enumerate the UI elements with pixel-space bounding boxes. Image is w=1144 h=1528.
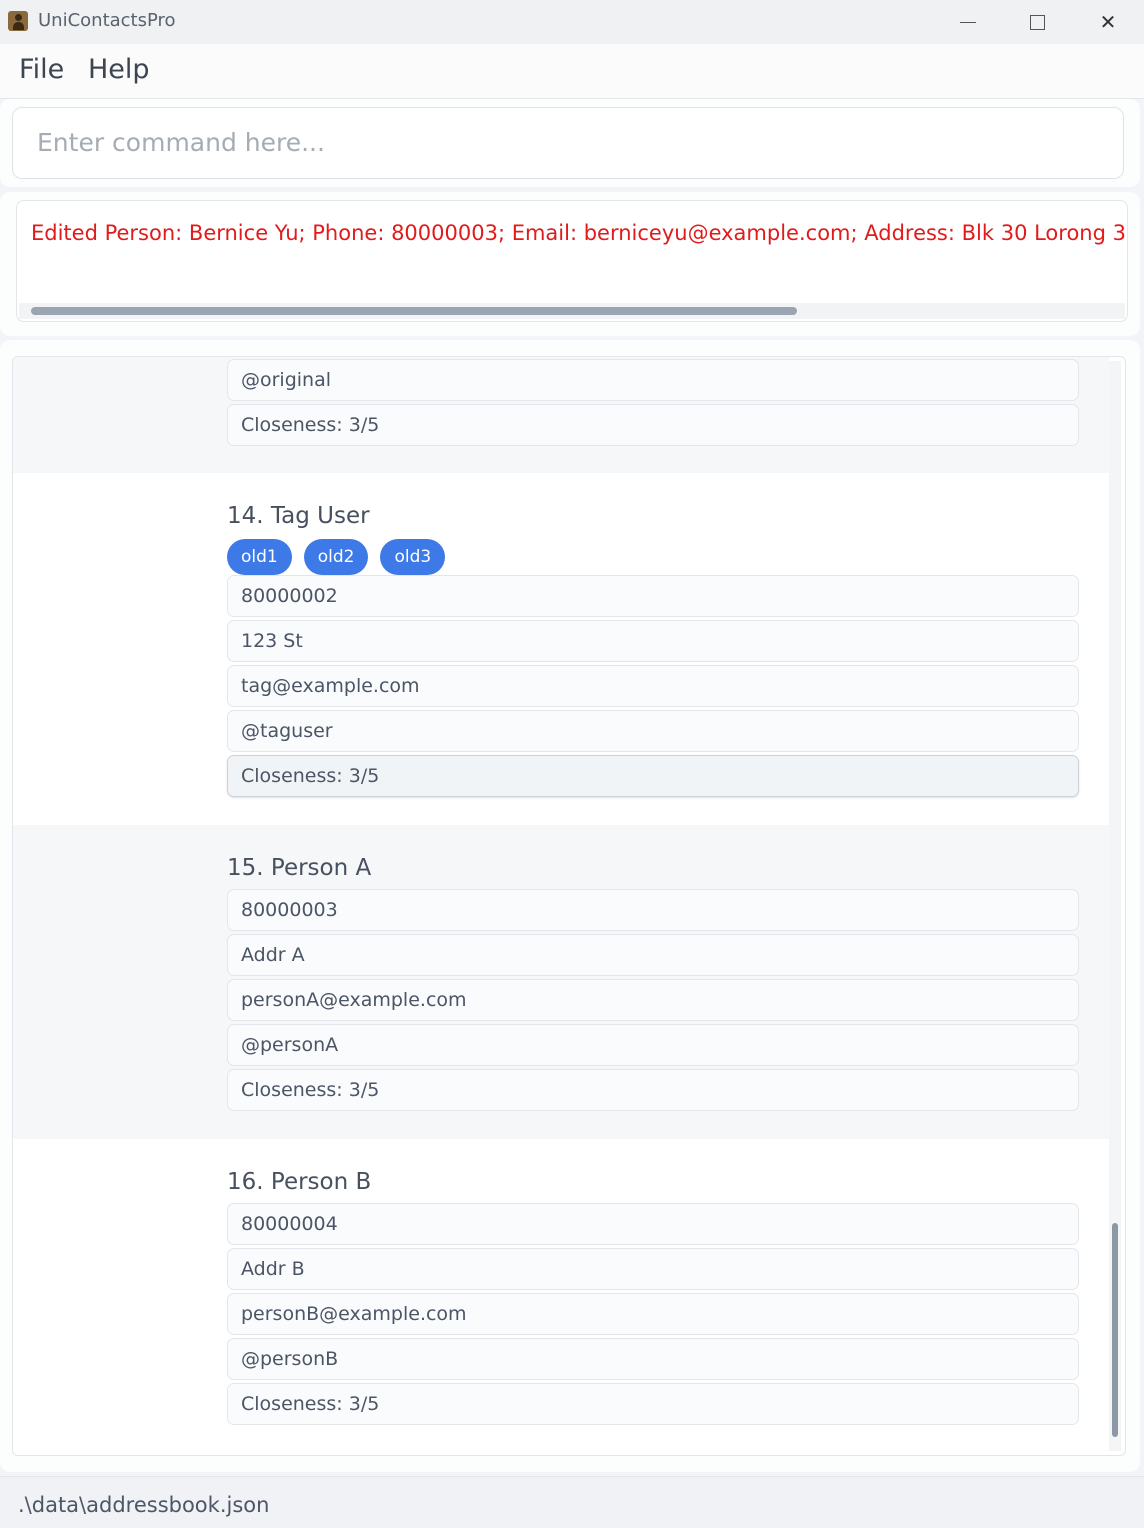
person-card[interactable]: @original Closeness: 3/5 bbox=[13, 357, 1109, 473]
horizontal-scrollbar[interactable] bbox=[19, 303, 1125, 319]
close-icon: ✕ bbox=[1099, 10, 1117, 34]
vertical-scrollbar-thumb[interactable] bbox=[1112, 1223, 1118, 1437]
tag-badge: old1 bbox=[227, 539, 292, 575]
person-name: 16. Person B bbox=[227, 1169, 372, 1195]
person-handle: @personA bbox=[227, 1024, 1079, 1066]
maximize-icon bbox=[1029, 14, 1045, 30]
horizontal-scrollbar-thumb[interactable] bbox=[31, 307, 797, 315]
person-closeness: Closeness: 3/5 bbox=[227, 1069, 1079, 1111]
person-address: Addr A bbox=[227, 934, 1079, 976]
person-handle: @personB bbox=[227, 1338, 1079, 1380]
person-card[interactable]: 14. Tag User old1 old2 old3 80000002 123… bbox=[13, 473, 1109, 825]
minimize-button[interactable] bbox=[934, 0, 1002, 44]
maximize-button[interactable] bbox=[1003, 0, 1071, 44]
save-location: .\data\addressbook.json bbox=[18, 1493, 270, 1517]
person-list[interactable]: @original Closeness: 3/5 14. Tag User ol… bbox=[12, 356, 1126, 1456]
person-handle: @original bbox=[227, 359, 1079, 401]
person-phone: 80000002 bbox=[227, 575, 1079, 617]
person-closeness: Closeness: 3/5 bbox=[227, 404, 1079, 446]
person-name: 15. Person A bbox=[227, 855, 372, 881]
window-title: UniContactsPro bbox=[38, 10, 176, 31]
command-input[interactable]: Enter command here... bbox=[12, 107, 1124, 179]
person-list-panel: @original Closeness: 3/5 14. Tag User ol… bbox=[0, 340, 1140, 1472]
result-display: Edited Person: Bernice Yu; Phone: 800000… bbox=[16, 200, 1128, 322]
result-message: Edited Person: Bernice Yu; Phone: 800000… bbox=[31, 221, 1128, 245]
tag-badge: old3 bbox=[380, 539, 446, 575]
person-card[interactable]: 15. Person A 80000003 Addr A personA@exa… bbox=[13, 825, 1109, 1139]
person-email: personA@example.com bbox=[227, 979, 1079, 1021]
contacts-app-icon bbox=[8, 11, 28, 31]
person-email: tag@example.com bbox=[227, 665, 1079, 707]
menu-file[interactable]: File bbox=[19, 54, 64, 85]
close-button[interactable]: ✕ bbox=[1074, 0, 1142, 44]
vertical-scrollbar[interactable] bbox=[1109, 361, 1121, 1451]
person-handle: @taguser bbox=[227, 710, 1079, 752]
minimize-icon bbox=[960, 21, 976, 23]
tag-list: old1 old2 old3 bbox=[227, 539, 446, 575]
person-closeness: Closeness: 3/5 bbox=[227, 1383, 1079, 1425]
person-email: personB@example.com bbox=[227, 1293, 1079, 1335]
person-card[interactable]: 16. Person B 80000004 Addr B personB@exa… bbox=[13, 1139, 1109, 1455]
person-name: 14. Tag User bbox=[227, 503, 370, 529]
command-panel: Enter command here... bbox=[0, 99, 1140, 187]
tag-badge: old2 bbox=[303, 539, 369, 575]
person-address: Addr B bbox=[227, 1248, 1079, 1290]
person-phone: 80000003 bbox=[227, 889, 1079, 931]
result-panel: Edited Person: Bernice Yu; Phone: 800000… bbox=[0, 192, 1140, 336]
person-address: 123 St bbox=[227, 620, 1079, 662]
title-bar: UniContactsPro ✕ bbox=[0, 0, 1144, 44]
menu-help[interactable]: Help bbox=[88, 54, 150, 85]
person-phone: 80000004 bbox=[227, 1203, 1079, 1245]
person-closeness: Closeness: 3/5 bbox=[227, 755, 1079, 797]
status-bar: .\data\addressbook.json bbox=[0, 1476, 1144, 1528]
menu-bar: File Help bbox=[0, 44, 1144, 99]
